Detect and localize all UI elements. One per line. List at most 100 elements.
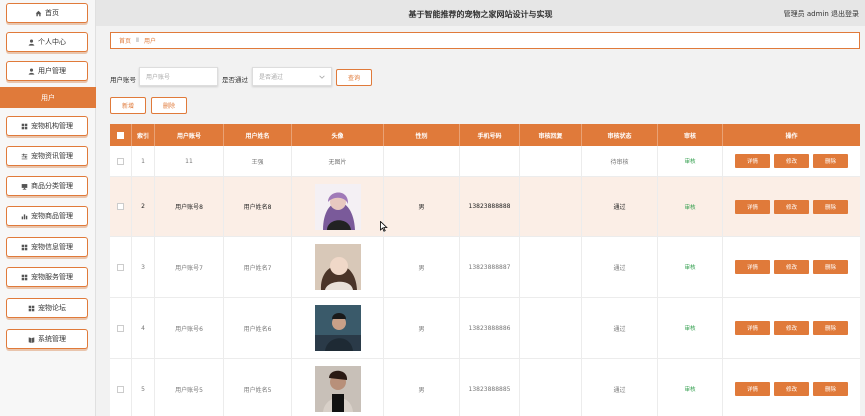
- cell-status: 通过: [582, 359, 658, 416]
- sliders-icon: [21, 153, 28, 159]
- query-button[interactable]: 查询: [336, 69, 372, 86]
- sidebar-item-label: 宠物商品管理: [31, 212, 73, 220]
- delete-button[interactable]: 删除: [813, 260, 848, 274]
- sidebar-item-label: 宠物信息管理: [31, 243, 73, 251]
- cell-reply: [520, 359, 582, 416]
- row-checkbox[interactable]: [117, 203, 124, 210]
- detail-button[interactable]: 详情: [735, 199, 770, 214]
- header-checkbox-cell[interactable]: [110, 124, 132, 146]
- sidebar-item-pet-goods[interactable]: 宠物商品管理: [6, 206, 88, 226]
- cell-audit: 审核: [658, 146, 723, 176]
- sidebar: 首页 个人中心 用户管理 用户 宠物机构管理 宠物资讯管理 商品分类管理 宠物商…: [0, 0, 96, 416]
- grid-icon: [28, 305, 35, 311]
- mouse-cursor-icon: [380, 221, 388, 232]
- sidebar-item-pet-forum[interactable]: 宠物论坛: [6, 298, 88, 318]
- table-row: 2 用户账号8 用户姓名8 男 13823888888 通过 审核 详情 修改 …: [110, 177, 860, 237]
- select-all-checkbox[interactable]: [117, 131, 124, 139]
- sidebar-item-pet-service[interactable]: 宠物服务管理: [6, 267, 88, 287]
- cell-index: 5: [132, 359, 155, 416]
- edit-button[interactable]: 修改: [774, 260, 809, 274]
- row-checkbox-cell[interactable]: [110, 146, 132, 176]
- add-button[interactable]: 新增: [110, 97, 146, 114]
- audit-link[interactable]: 审核: [684, 157, 695, 165]
- row-checkbox-cell[interactable]: [110, 359, 132, 416]
- cell-name: 王强: [224, 146, 292, 176]
- cell-reply: [520, 177, 582, 236]
- edit-button[interactable]: 修改: [774, 382, 809, 396]
- cell-account: 用户账号8: [155, 177, 224, 236]
- row-checkbox[interactable]: [117, 263, 124, 271]
- header-index: 索引: [132, 124, 155, 146]
- edit-button[interactable]: 修改: [774, 321, 809, 335]
- cell-name: 用户姓名7: [224, 237, 292, 297]
- cell-phone: 13823888888: [460, 177, 520, 236]
- account-search-input[interactable]: 用户账号: [139, 67, 218, 86]
- pass-select[interactable]: 是否通过: [252, 67, 332, 86]
- sidebar-subitem-label: 用户: [41, 93, 55, 102]
- cell-phone: [460, 146, 520, 176]
- row-checkbox-cell[interactable]: [110, 237, 132, 297]
- sidebar-item-label: 宠物机构管理: [31, 122, 73, 130]
- sidebar-subitem-user[interactable]: 用户: [0, 87, 96, 108]
- table-row: 1 11 王强 无图片 待审核 审核 详情 修改 删除: [110, 146, 860, 177]
- home-icon: [35, 10, 42, 16]
- row-checkbox-cell[interactable]: [110, 298, 132, 358]
- pass-label: 是否通过: [222, 76, 248, 84]
- cell-gender: [384, 146, 460, 176]
- row-checkbox[interactable]: [117, 385, 124, 393]
- sidebar-item-category[interactable]: 商品分类管理: [6, 176, 88, 196]
- cell-status: 通过: [582, 298, 658, 358]
- cell-gender: 男: [384, 237, 460, 297]
- cell-avatar: [292, 237, 384, 297]
- cell-avatar: [292, 177, 384, 236]
- sidebar-item-pet-news[interactable]: 宠物资讯管理: [6, 146, 88, 166]
- header-audit: 审核: [658, 124, 723, 146]
- audit-link[interactable]: 审核: [684, 203, 695, 211]
- sidebar-item-profile[interactable]: 个人中心: [6, 32, 88, 52]
- cell-audit: 审核: [658, 237, 723, 297]
- delete-button[interactable]: 删除: [813, 199, 848, 214]
- sidebar-item-pet-info[interactable]: 宠物信息管理: [6, 237, 88, 257]
- delete-button[interactable]: 删除: [813, 154, 848, 168]
- detail-button[interactable]: 详情: [735, 382, 770, 396]
- user-logout[interactable]: 管理员 admin 退出登录: [784, 9, 859, 19]
- cell-index: 4: [132, 298, 155, 358]
- sidebar-item-pet-agency[interactable]: 宠物机构管理: [6, 116, 88, 136]
- detail-button[interactable]: 详情: [735, 321, 770, 335]
- avatar-image: [314, 366, 361, 412]
- audit-link[interactable]: 审核: [684, 385, 695, 393]
- account-label: 用户账号: [110, 76, 136, 84]
- row-checkbox[interactable]: [117, 157, 124, 165]
- pass-select-value: 是否通过: [259, 74, 284, 81]
- header-account: 用户账号: [155, 124, 224, 146]
- breadcrumb-home[interactable]: 首页: [119, 36, 131, 45]
- breadcrumb-separator: Ⅱ: [136, 37, 139, 44]
- cell-avatar: [292, 359, 384, 416]
- delete-button[interactable]: 删除: [813, 382, 848, 396]
- edit-button[interactable]: 修改: [774, 199, 809, 214]
- breadcrumb-current: 用户: [143, 38, 156, 45]
- audit-link[interactable]: 审核: [684, 324, 695, 332]
- audit-link[interactable]: 审核: [684, 263, 695, 271]
- cell-reply: [520, 237, 582, 297]
- edit-button[interactable]: 修改: [774, 154, 809, 168]
- sidebar-item-user-management[interactable]: 用户管理: [6, 61, 88, 81]
- cell-reply: [520, 146, 582, 176]
- cell-avatar: [292, 298, 384, 358]
- table-row: 3 用户账号7 用户姓名7 男 13823888887 通过 审核 详情 修改 …: [110, 237, 860, 298]
- batch-delete-button[interactable]: 删除: [151, 97, 187, 114]
- detail-button[interactable]: 详情: [735, 260, 770, 274]
- row-checkbox-cell[interactable]: [110, 177, 132, 236]
- cell-audit: 审核: [658, 177, 723, 236]
- cell-operations: 详情 修改 删除: [723, 298, 860, 358]
- cell-operations: 详情 修改 删除: [723, 177, 860, 236]
- sidebar-item-label: 用户管理: [38, 67, 66, 75]
- delete-button[interactable]: 删除: [813, 321, 848, 335]
- sidebar-item-system[interactable]: 系统管理: [6, 329, 88, 349]
- detail-button[interactable]: 详情: [735, 154, 770, 168]
- sidebar-item-home[interactable]: 首页: [6, 3, 88, 23]
- row-checkbox[interactable]: [117, 324, 124, 332]
- avatar-image: [314, 244, 361, 290]
- cell-status: 通过: [582, 237, 658, 297]
- cell-account: 11: [155, 146, 224, 176]
